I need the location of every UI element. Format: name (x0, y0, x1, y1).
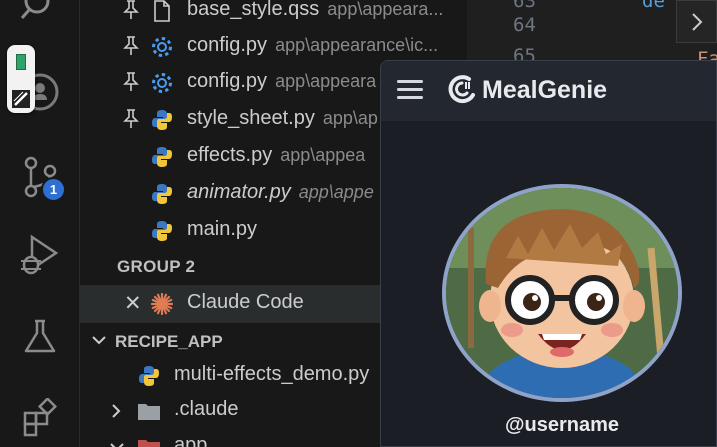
section-label: RECIPE_APP (115, 332, 223, 351)
pin-icon[interactable] (122, 36, 140, 56)
search-icon[interactable] (0, 0, 80, 26)
file-name: animator.py (187, 181, 291, 203)
file-name: effects.py (187, 144, 273, 166)
chevron-right-button[interactable] (676, 0, 717, 43)
python-icon (152, 184, 172, 204)
source-control-badge: 1 (41, 177, 66, 202)
file-name: main.py (187, 218, 258, 240)
python-icon (152, 221, 172, 241)
line-number: 64 (513, 14, 536, 36)
group-item-label: Claude Code (187, 291, 304, 313)
extensions-icon[interactable] (0, 398, 80, 438)
gear-icon (152, 37, 172, 57)
tree-item-label: multi-effects_demo.py (174, 363, 370, 385)
chevron-down-icon (92, 336, 106, 345)
gear-icon (152, 73, 172, 93)
file-path: app\ap (322, 108, 378, 128)
mealgenie-window: MealGenie @username (380, 60, 717, 447)
python-icon (152, 110, 172, 130)
avatar[interactable] (442, 184, 682, 402)
file-path: app\appearance\ic... (275, 35, 439, 55)
run-debug-icon[interactable] (0, 233, 80, 277)
group-label: GROUP 2 (117, 257, 196, 276)
mealgenie-logo-icon (448, 75, 475, 104)
hamburger-menu-icon[interactable] (397, 80, 423, 100)
chevron-down-icon (110, 443, 124, 447)
file-path: app\appeara... (327, 0, 444, 19)
open-editor-item[interactable]: base_style.qss app\appeara... (80, 0, 467, 29)
python-icon (139, 366, 159, 386)
pin-icon[interactable] (122, 0, 140, 20)
file-name: config.py (187, 34, 268, 56)
line-number: 63 (513, 0, 536, 12)
close-icon[interactable]: ✕ (124, 291, 142, 316)
pin-icon[interactable] (122, 72, 140, 92)
pin-icon[interactable] (122, 109, 140, 129)
avatar-illustration (446, 188, 678, 398)
file-path: app\appea (280, 145, 366, 165)
code-fragment: de (642, 0, 665, 12)
floating-app-window[interactable] (7, 45, 35, 113)
folder-icon (138, 404, 160, 420)
file-name: base_style.qss (187, 0, 320, 20)
chevron-right-icon (112, 404, 121, 418)
file-path: app\appeara (275, 71, 377, 91)
mealgenie-header: MealGenie (381, 61, 716, 121)
activity-bar: 1 (0, 0, 80, 447)
app-title: MealGenie (482, 76, 608, 104)
chevron-right-icon (692, 13, 703, 31)
file-name: config.py (187, 70, 268, 92)
file-name: style_sheet.py (187, 107, 315, 129)
screen-icon (16, 54, 26, 70)
claude-icon (150, 292, 174, 316)
file-icon (154, 0, 170, 22)
username-label: @username (505, 414, 619, 436)
tree-item-label: .claude (174, 398, 239, 420)
testing-flask-icon[interactable] (0, 317, 80, 357)
pen-icon (12, 90, 30, 108)
tree-item-label: app (174, 434, 208, 447)
source-control-icon[interactable] (0, 155, 80, 199)
python-icon (152, 147, 172, 167)
file-path: app\appe (298, 182, 374, 202)
folder-icon (138, 440, 160, 447)
